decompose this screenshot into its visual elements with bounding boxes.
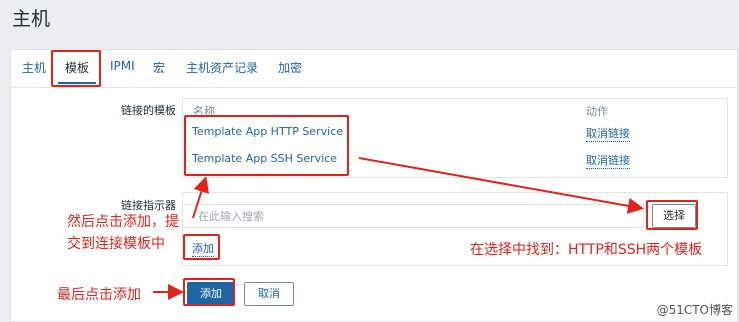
watermark: @51CTO博客 <box>656 303 733 317</box>
arrow-to-linked-templates <box>192 176 210 219</box>
annotation-add-line1: 然后点击添加，提 <box>67 214 179 230</box>
annotation-arrows <box>153 157 644 300</box>
annotation-select-hint: 在选择中找到：HTTP和SSH两个模板 <box>470 242 703 258</box>
annotation-add-line2: 交到连接模板中 <box>67 236 165 252</box>
arrow-to-select <box>358 157 644 214</box>
annotation-finally-add: 最后点击添加 <box>57 287 141 303</box>
